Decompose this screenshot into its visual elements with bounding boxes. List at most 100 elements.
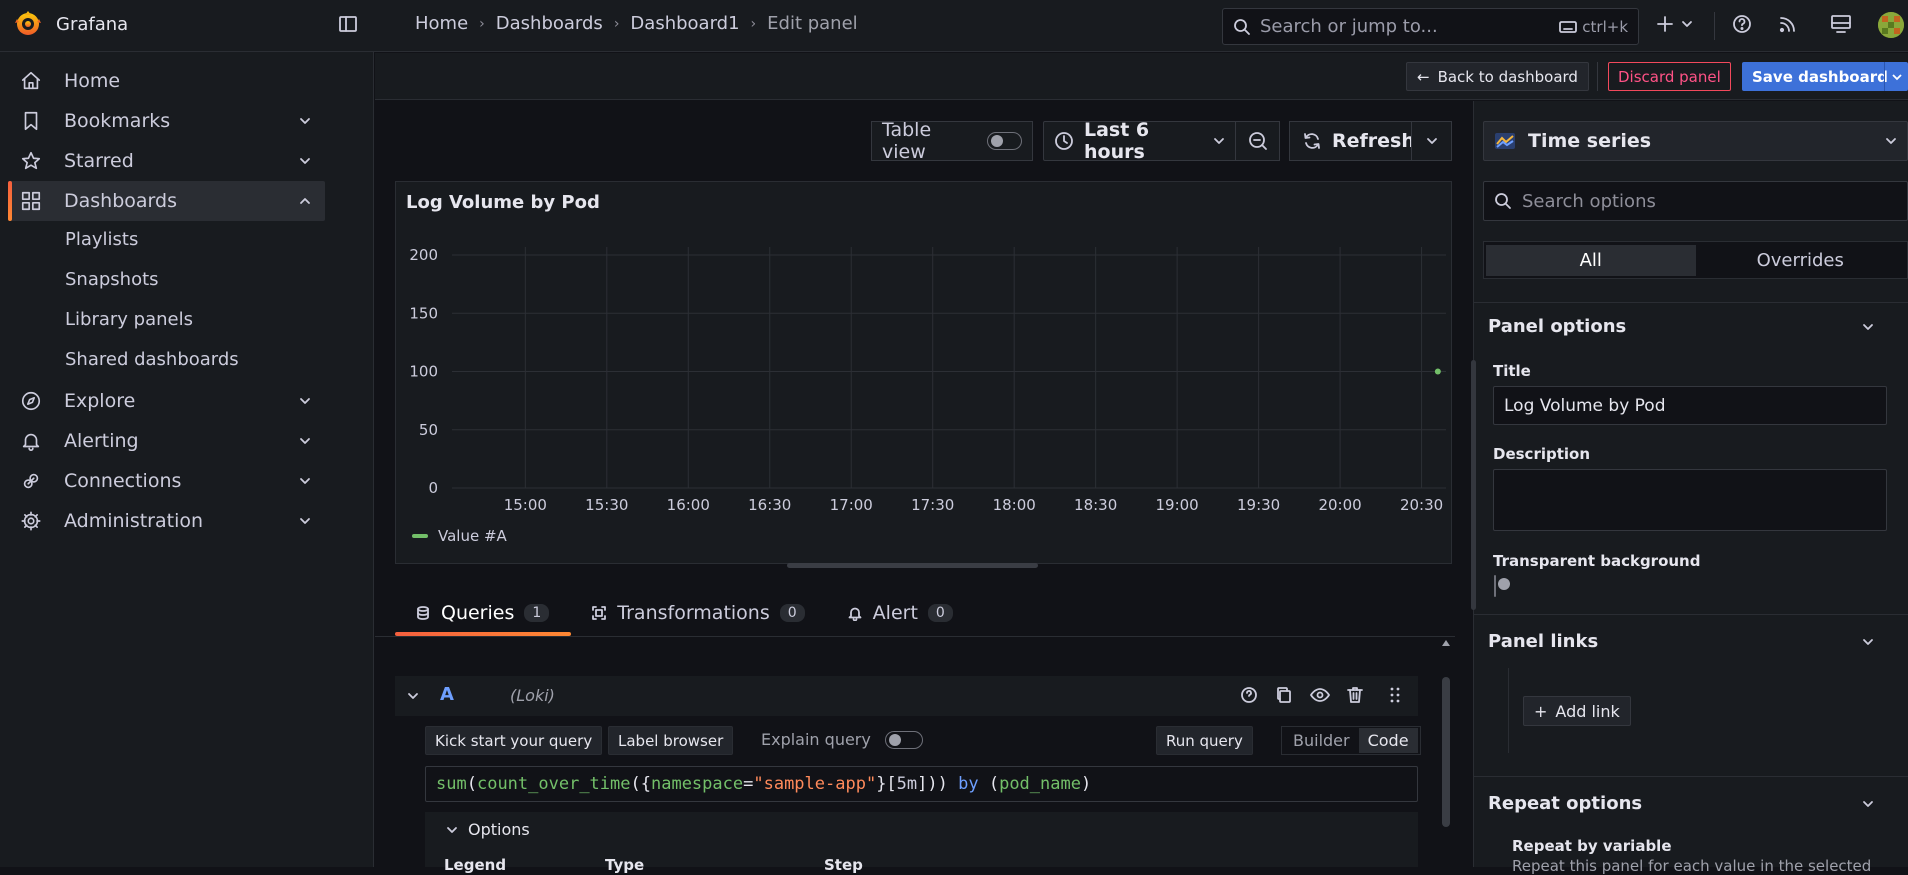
sidebar-item-administration[interactable]: Administration [8,501,325,541]
panel-options-header[interactable]: Panel options [1488,316,1626,337]
filter-all[interactable]: All [1486,244,1696,276]
chevron-down-icon[interactable] [1862,798,1874,810]
chevron-down-icon[interactable] [299,475,311,487]
table-view-toggle[interactable]: Table view [871,119,1033,163]
add-link-button[interactable]: + Add link [1523,696,1631,726]
chevron-down-icon[interactable] [1862,636,1874,648]
refresh-interval-dropdown[interactable] [1411,121,1452,161]
breadcrumb-home[interactable]: Home [415,13,468,34]
help-icon[interactable] [1240,686,1258,704]
editor-mode-switch[interactable]: Builder Code [1281,726,1421,755]
help-icon[interactable] [1732,14,1752,34]
breadcrumb-dashboards[interactable]: Dashboards [496,13,603,34]
toggle-switch[interactable] [884,730,923,749]
filter-overrides[interactable]: Overrides [1696,245,1906,276]
save-dashboard-button[interactable]: Save dashboard [1742,62,1908,91]
chevron-down-icon[interactable] [299,155,311,167]
time-series-plot[interactable]: 0 50 100 150 200 15:00 15:30 16:00 16:30 17:00 17:… [396,182,1453,565]
x-tick-label: 15:30 [585,496,628,514]
query-ref-id[interactable]: A [440,684,454,705]
breadcrumb-dashboard1[interactable]: Dashboard1 [630,13,739,34]
transparent-background-toggle[interactable] [1494,575,1496,597]
star-icon [20,150,44,172]
avatar[interactable] [1878,12,1904,38]
x-tick-label: 18:30 [1074,496,1117,514]
run-query-button[interactable]: Run query [1156,726,1253,755]
options-search[interactable] [1483,181,1908,221]
sidebar-item-label: Home [64,70,121,92]
brand[interactable]: Grafana [14,10,128,38]
chevron-down-icon[interactable] [407,690,419,702]
option-legend-label: Legend [444,856,507,874]
dock-menu-icon[interactable] [338,14,358,34]
sidebar-item-connections[interactable]: Connections [8,461,325,501]
panel-resize-handle[interactable] [787,563,1038,568]
divider [1508,668,1509,753]
eye-icon[interactable] [1310,686,1330,704]
repeat-description: Repeat this panel for each value in the … [1512,857,1872,875]
mode-builder[interactable]: Builder [1284,728,1359,753]
zoom-out-button[interactable] [1235,121,1280,161]
chevron-down-icon[interactable] [299,435,311,447]
y-tick-label: 100 [409,363,438,381]
sidebar-item-home[interactable]: Home [8,61,325,101]
code-token: ( [466,774,477,794]
sidebar-subitem-playlists[interactable]: Playlists [65,229,138,250]
drag-handle-icon[interactable] [1388,686,1402,704]
divider [1474,302,1908,303]
discard-panel-button[interactable]: Discard panel [1608,62,1731,91]
trash-icon[interactable] [1346,686,1364,704]
query-code-editor[interactable]: sum(count_over_time({namespace = "sample-a… [425,766,1418,802]
refresh-button[interactable]: Refresh [1289,121,1415,161]
code-token: sum [436,774,467,794]
repeat-options-header[interactable]: Repeat options [1488,793,1642,814]
legend-item[interactable]: Value #A [412,527,507,545]
duplicate-icon[interactable] [1275,686,1293,704]
time-series-icon [1494,132,1516,150]
y-tick-label: 150 [409,304,438,322]
panel-title-input[interactable] [1493,386,1887,425]
sidebar-item-starred[interactable]: Starred [8,141,325,181]
chevron-down-icon[interactable] [299,515,311,527]
database-icon [415,605,431,621]
add-link-label: Add link [1555,701,1620,721]
back-to-dashboard-button[interactable]: ← Back to dashboard [1406,62,1589,91]
chevron-down-icon[interactable] [1862,321,1874,333]
options-search-input[interactable] [1522,190,1897,212]
kick-start-query-button[interactable]: Kick start your query [425,726,603,755]
sidebar-subitem-shared-dashboards[interactable]: Shared dashboards [65,349,239,370]
divider [1597,62,1598,91]
panel-links-header[interactable]: Panel links [1488,631,1598,652]
code-token: count_over_time [476,774,631,794]
global-search[interactable]: Search or jump to... ctrl+k [1222,8,1639,45]
chevron-up-icon[interactable] [299,195,311,207]
sidebar-item-bookmarks[interactable]: Bookmarks [8,101,325,141]
sidebar-item-alerting[interactable]: Alerting [8,421,325,461]
chevron-down-icon[interactable] [299,115,311,127]
options-toggle[interactable]: Options [446,820,530,839]
sidebar-item-dashboards[interactable]: Dashboards [8,181,325,221]
panel-description-input[interactable] [1493,469,1887,531]
label-browser-button[interactable]: Label browser [608,726,734,755]
explain-query-toggle[interactable]: Explain query [761,730,923,749]
sidebar-subitem-snapshots[interactable]: Snapshots [65,269,159,290]
mode-code[interactable]: Code [1358,728,1418,753]
tab-alert[interactable]: Alert 0 [827,592,975,634]
time-range-picker[interactable]: Last 6 hours [1043,119,1236,163]
query-scrollbar[interactable] [1440,637,1452,867]
bell-icon [847,605,863,621]
toggle-switch[interactable] [986,132,1022,150]
visualization-picker[interactable]: Time series [1483,121,1908,161]
chevron-down-icon[interactable] [299,395,311,407]
new-menu-button[interactable] [1655,14,1693,34]
chevron-down-icon[interactable] [1884,62,1908,91]
tab-transformations[interactable]: Transformations 0 [571,592,826,634]
kiosk-mode-icon[interactable] [1830,14,1852,34]
sidebar-item-explore[interactable]: Explore [8,381,325,421]
code-token: = [743,774,754,794]
x-tick-label: 19:00 [1156,496,1199,514]
options-scrollbar[interactable] [1471,360,1476,610]
tab-queries[interactable]: Queries 1 [395,592,572,636]
sidebar-subitem-library-panels[interactable]: Library panels [65,309,193,330]
rss-icon[interactable] [1778,14,1798,34]
